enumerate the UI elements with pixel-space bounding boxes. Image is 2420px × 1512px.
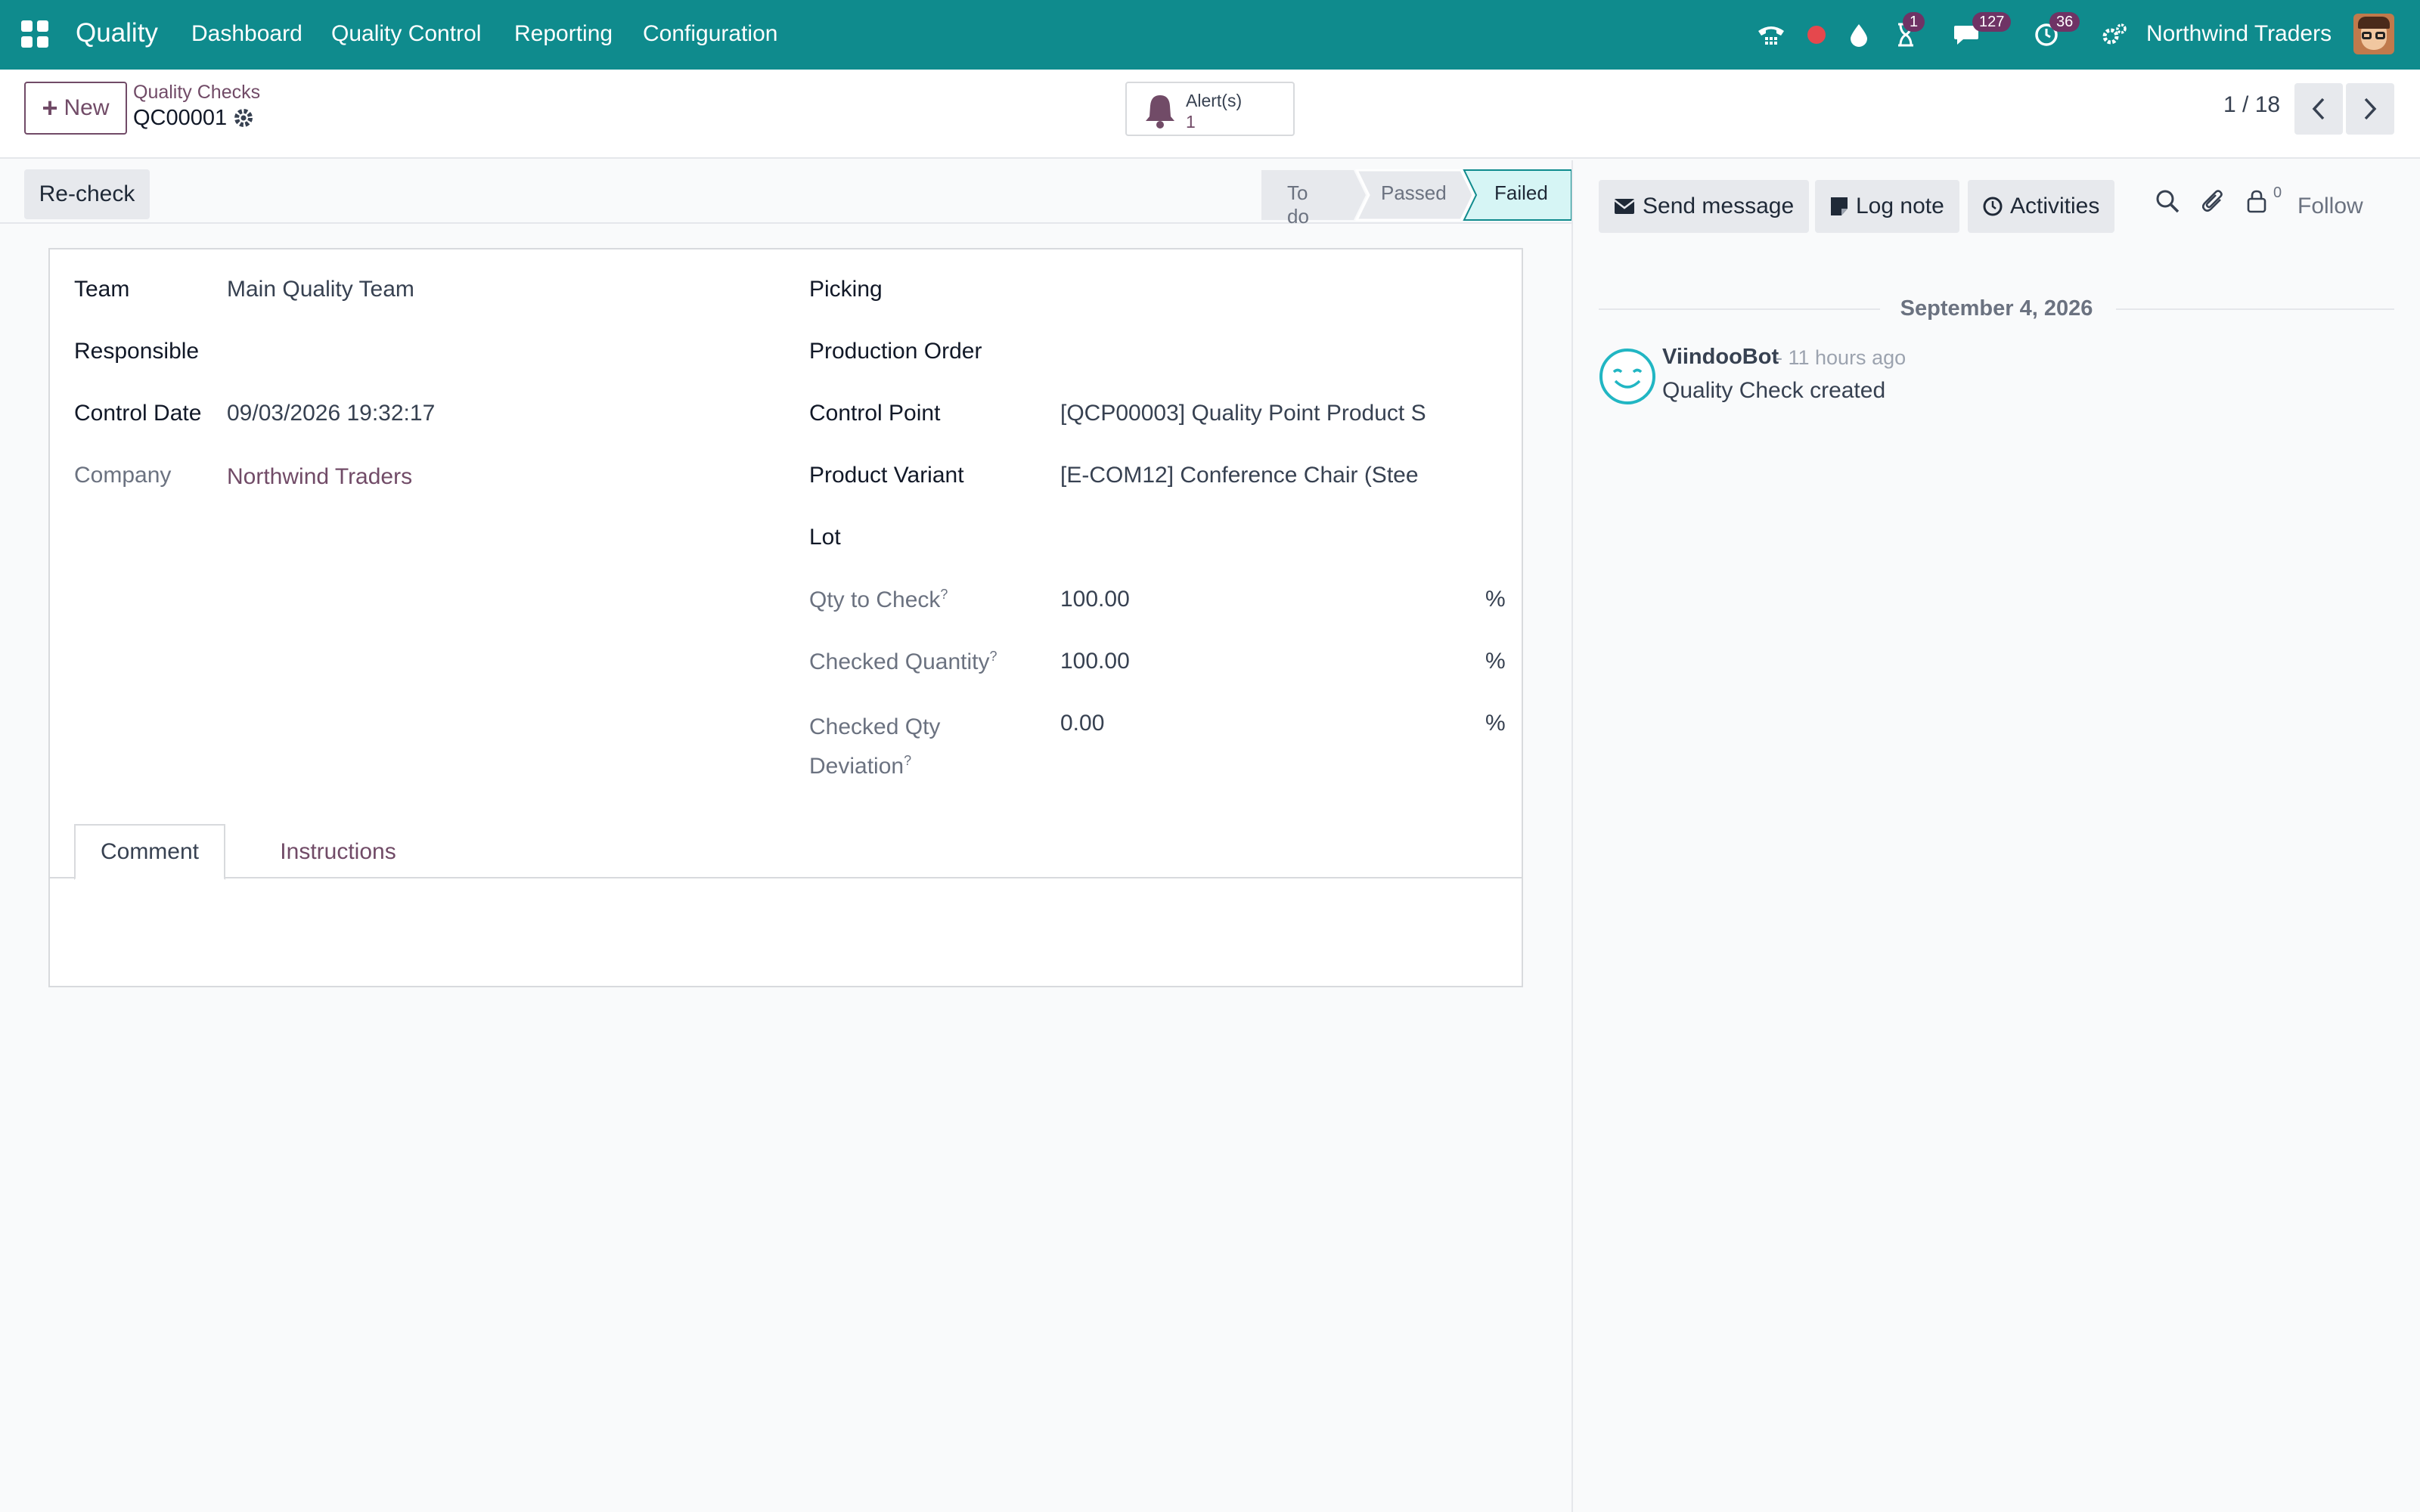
envelope-icon (1614, 199, 1635, 214)
checked-qty-deviation-unit: % (1485, 711, 1506, 736)
activity-badge: 1 (1903, 12, 1925, 32)
company-switcher[interactable]: Northwind Traders (2146, 21, 2332, 47)
product-variant-label: Product Variant (809, 463, 964, 488)
stage-failed[interactable]: Failed (1494, 181, 1548, 205)
bot-avatar (1599, 348, 1656, 405)
date-separator-label: September 4, 2026 (1900, 296, 2093, 321)
qty-to-check-field[interactable]: 100.00 (1060, 587, 1130, 612)
lot-field[interactable] (1060, 525, 1484, 552)
product-variant-field[interactable]: [E-COM12] Conference Chair (Stee (1060, 463, 1472, 488)
follow-button[interactable]: Follow (2297, 194, 2363, 219)
message-time: - 11 hours ago (1776, 346, 1907, 369)
settings-icon[interactable] (2099, 20, 2130, 50)
responsible-field[interactable] (227, 339, 756, 366)
recheck-button[interactable]: Re-check (24, 169, 150, 219)
gear-icon[interactable] (233, 107, 254, 134)
menu-reporting[interactable]: Reporting (514, 21, 613, 47)
menu-quality-control[interactable]: Quality Control (331, 21, 481, 47)
form-sheet: Team Main Quality Team Responsible Contr… (48, 248, 1523, 987)
send-message-label: Send message (1643, 194, 1795, 218)
app-name[interactable]: Quality (76, 18, 158, 48)
alerts-count: 1 (1186, 112, 1196, 132)
checked-qty-deviation-field[interactable]: 0.00 (1060, 711, 1104, 736)
alerts-label: Alert(s) (1186, 91, 1243, 110)
date-separator: September 4, 2026 (1599, 293, 2394, 324)
message-body: Quality Check created (1662, 378, 1886, 403)
stage-todo[interactable]: To do (1287, 181, 1309, 228)
checked-quantity-label-text: Checked Quantity (809, 649, 990, 674)
new-button-label: New (64, 95, 110, 120)
note-icon (1831, 197, 1848, 215)
responsible-label: Responsible (74, 339, 200, 364)
messages-badge: 127 (1972, 12, 2012, 32)
form-statusbar: Re-check To do Passed Failed (0, 160, 1572, 228)
control-date-label: Control Date (74, 401, 202, 426)
phone-icon[interactable] (1756, 20, 1786, 50)
checked-qty-deviation-label-line1: Checked Qty (809, 714, 941, 739)
picking-field[interactable] (1060, 277, 1484, 304)
checked-qty-deviation-label: Checked Qty Deviation? (809, 711, 940, 783)
send-message-button[interactable]: Send message (1599, 180, 1810, 233)
help-icon[interactable]: ? (989, 649, 997, 664)
pager-previous-button[interactable] (2294, 83, 2343, 135)
tab-comment[interactable]: Comment (74, 824, 225, 880)
qty-to-check-unit: % (1485, 587, 1506, 612)
control-point-field[interactable]: [QCP00003] Quality Point Product S (1060, 401, 1472, 426)
activities-button[interactable]: Activities (1968, 180, 2115, 233)
qty-to-check-label: Qty to Check? (809, 587, 948, 613)
stage-passed[interactable]: Passed (1381, 181, 1447, 205)
log-note-label: Log note (1856, 194, 1944, 218)
team-label: Team (74, 277, 130, 302)
control-date-field[interactable]: 09/03/2026 19:32:17 (227, 401, 435, 426)
production-order-field[interactable] (1060, 339, 1484, 366)
production-order-label: Production Order (809, 339, 982, 364)
menu-configuration[interactable]: Configuration (643, 21, 777, 47)
follower-count: 0 (2273, 184, 2282, 201)
checked-quantity-field[interactable]: 100.00 (1060, 649, 1130, 674)
help-icon[interactable]: ? (940, 587, 948, 602)
checked-quantity-label: Checked Quantity? (809, 649, 997, 675)
notebook-tabs: Comment Instructions (50, 818, 1522, 880)
control-point-label: Control Point (809, 401, 941, 426)
company-field[interactable]: Northwind Traders (227, 464, 412, 490)
message-author[interactable]: ViindooBot (1662, 345, 1779, 370)
chatter-panel: Send message Log note Activities 0 Follo… (1571, 160, 2420, 1512)
log-note-button[interactable]: Log note (1815, 180, 1959, 233)
record-name: QC00001 (133, 106, 228, 130)
drop-icon[interactable] (1844, 20, 1874, 50)
apps-menu-icon[interactable] (21, 20, 48, 48)
menu-dashboard[interactable]: Dashboard (191, 21, 302, 47)
bell-icon (1143, 92, 1177, 136)
activities-label: Activities (2010, 194, 2100, 218)
checked-qty-deviation-label-line2: Deviation (809, 754, 904, 779)
new-button[interactable]: + New (24, 82, 127, 135)
help-icon[interactable]: ? (904, 753, 911, 768)
tab-instructions[interactable]: Instructions (274, 824, 402, 880)
record-icon[interactable] (1801, 20, 1832, 50)
clock-icon (1983, 197, 2003, 216)
qty-to-check-label-text: Qty to Check (809, 587, 941, 612)
team-field[interactable]: Main Quality Team (227, 277, 414, 302)
alerts-smart-button[interactable]: Alert(s) 1 (1125, 82, 1295, 136)
breadcrumb-quality-checks[interactable]: Quality Checks (133, 82, 260, 104)
checked-quantity-unit: % (1485, 649, 1506, 674)
top-navbar: Quality Dashboard Quality Control Report… (0, 0, 2420, 70)
picking-label: Picking (809, 277, 883, 302)
paperclip-icon[interactable] (2201, 189, 2225, 221)
lock-icon[interactable] (2246, 189, 2267, 219)
pager-next-button[interactable] (2346, 83, 2394, 135)
company-label: Company (74, 463, 172, 488)
pager-value[interactable]: 1 / 18 (2223, 92, 2280, 118)
control-panel: + New Quality Checks QC00001 Alert(s) 1 1… (0, 70, 2420, 159)
user-avatar[interactable] (2353, 14, 2394, 54)
lot-label: Lot (809, 525, 841, 550)
search-icon[interactable] (2155, 189, 2180, 219)
timer-badge: 36 (2049, 12, 2080, 32)
